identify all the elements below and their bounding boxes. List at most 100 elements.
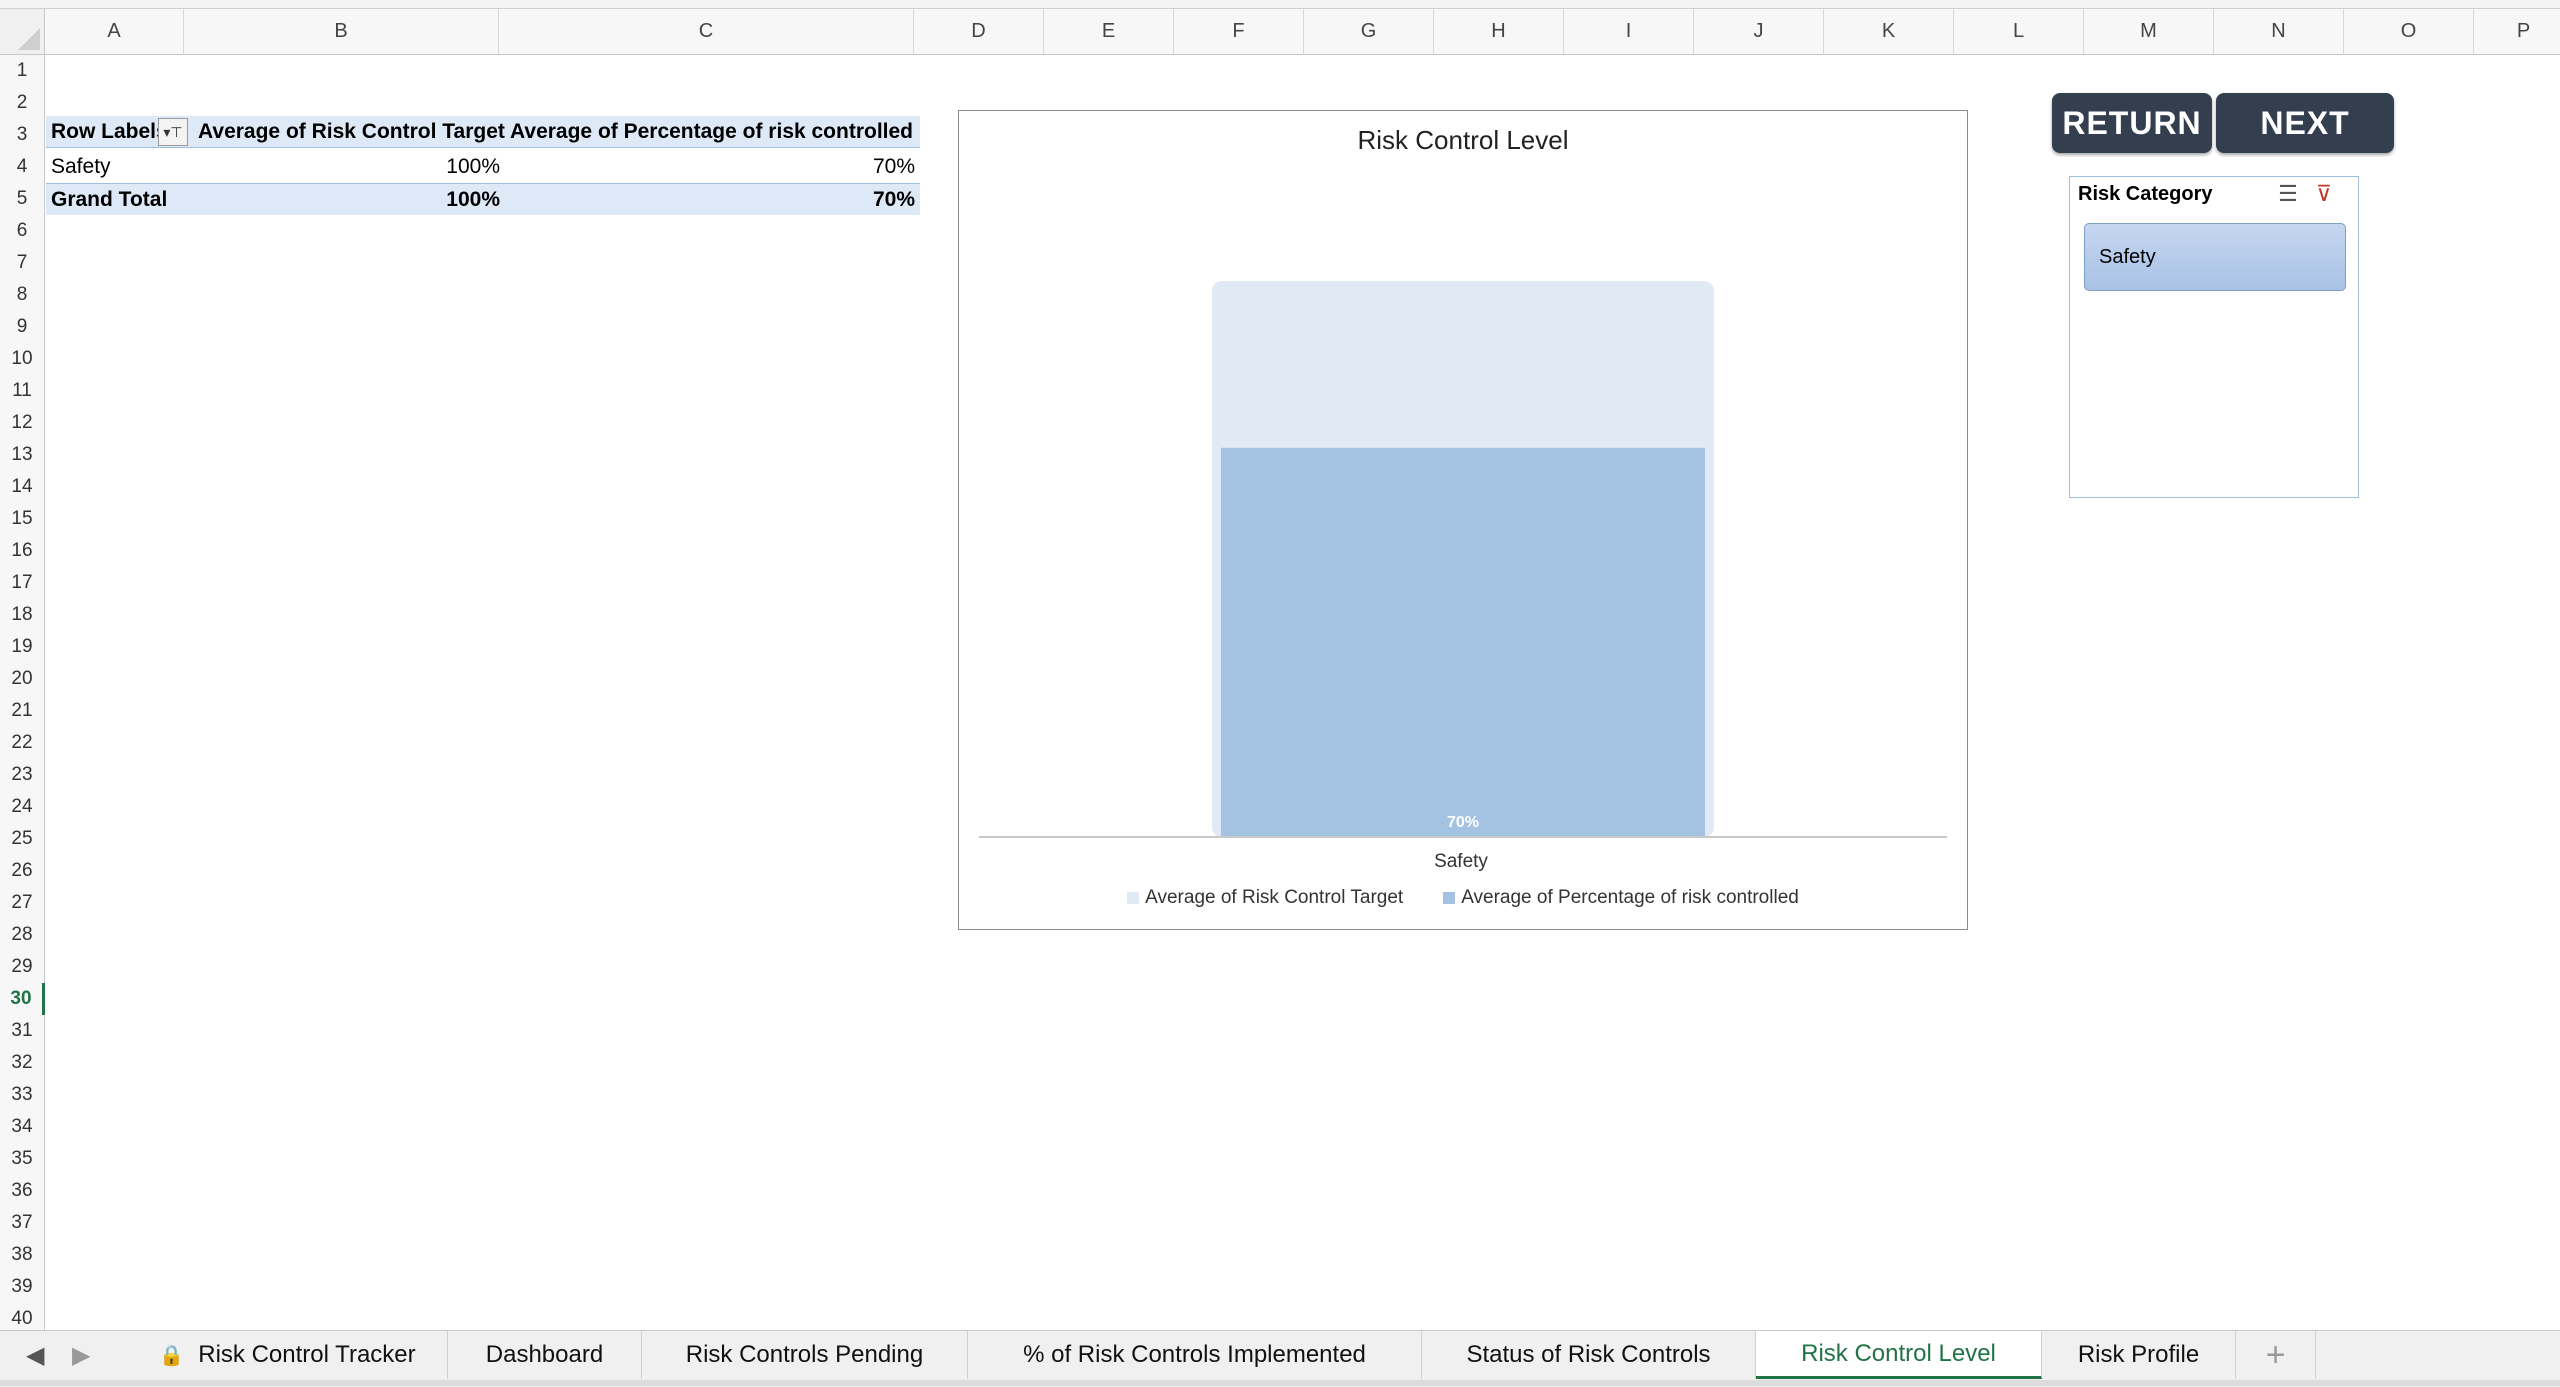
slicer-item-safety[interactable]: Safety	[2084, 223, 2346, 291]
tab-label: Risk Controls Pending	[685, 1341, 924, 1368]
column-header[interactable]: D	[914, 9, 1044, 55]
tab-risk-controls-pending[interactable]: Risk Controls Pending	[642, 1331, 968, 1379]
clear-filter-icon[interactable]: ⊽	[2316, 181, 2332, 207]
pivot-total-label[interactable]: Grand Total	[46, 183, 193, 215]
column-header[interactable]: E	[1044, 9, 1174, 55]
risk-control-level-chart[interactable]: Risk Control Level 70% Safety Average of …	[958, 110, 1968, 930]
column-header[interactable]: G	[1304, 9, 1434, 55]
row-header[interactable]: 8	[0, 279, 45, 311]
spreadsheet-grid[interactable]: ABCDEFGHIJKLMNOP 1 2 3 4 5 6 7 8 9 10 11 12 13 14 15 16…	[0, 0, 2560, 1335]
column-header[interactable]: N	[2214, 9, 2344, 55]
row-header[interactable]: 17	[0, 567, 45, 599]
tab-percent-risk-controls-implemented[interactable]: % of Risk Controls Implemented	[968, 1331, 1422, 1379]
row-header[interactable]: 10	[0, 343, 45, 375]
column-header[interactable]: H	[1434, 9, 1564, 55]
column-header[interactable]: P	[2474, 9, 2560, 55]
pivot-total-controlled[interactable]: 70%	[505, 183, 920, 215]
risk-category-slicer[interactable]: Risk Category ☰ ⊽ Safety	[2069, 176, 2359, 498]
tab-status-of-risk-controls[interactable]: Status of Risk Controls	[1422, 1331, 1756, 1379]
row-header[interactable]: 14	[0, 471, 45, 503]
row-header[interactable]: 26	[0, 855, 45, 887]
row-header[interactable]: 18	[0, 599, 45, 631]
lock-icon: 🔒	[159, 1344, 185, 1367]
row-header[interactable]: 29	[0, 951, 45, 983]
tab-scroll-left-icon[interactable]: ◀	[26, 1341, 44, 1370]
row-header[interactable]: 22	[0, 727, 45, 759]
row-header[interactable]: 20	[0, 663, 45, 695]
row-header[interactable]: 34	[0, 1111, 45, 1143]
column-header[interactable]: J	[1694, 9, 1824, 55]
pivot-row-label[interactable]: Safety	[46, 152, 193, 182]
pivot-header-controlled[interactable]: Average of Percentage of risk controlled	[505, 116, 920, 148]
row-header[interactable]: 30	[0, 983, 45, 1015]
column-header[interactable]: L	[1954, 9, 2084, 55]
row-header[interactable]: 13	[0, 439, 45, 471]
row-header[interactable]: 5	[0, 183, 45, 215]
sheet-tab-bar: ◀ ▶ 🔒 Risk Control Tracker Dashboard Ris…	[0, 1330, 2560, 1387]
row-header[interactable]: 1	[0, 55, 45, 87]
row-header[interactable]: 32	[0, 1047, 45, 1079]
tab-label: Risk Control Tracker	[198, 1341, 416, 1368]
pivot-row-target[interactable]: 100%	[193, 152, 505, 182]
chart-plot-area: 70% Safety	[979, 281, 1947, 872]
status-bar-edge	[0, 1380, 2560, 1386]
row-header[interactable]: 11	[0, 375, 45, 407]
row-header[interactable]: 6	[0, 215, 45, 247]
pivot-total-target[interactable]: 100%	[193, 183, 505, 215]
tab-label: Dashboard	[485, 1341, 604, 1368]
column-header[interactable]: A	[45, 9, 184, 55]
row-header[interactable]: 15	[0, 503, 45, 535]
filter-dropdown-icon[interactable]: ▾⊤	[158, 118, 188, 146]
tab-scroll-right-icon[interactable]: ▶	[72, 1341, 90, 1370]
chart-legend: Average of Risk Control Target Average o…	[959, 887, 1967, 909]
row-header[interactable]: 3	[0, 119, 45, 151]
column-header[interactable]: M	[2084, 9, 2214, 55]
slicer-title: Risk Category	[2078, 183, 2213, 205]
column-header[interactable]: B	[184, 9, 499, 55]
row-header[interactable]: 12	[0, 407, 45, 439]
row-header[interactable]: 28	[0, 919, 45, 951]
row-header[interactable]: 7	[0, 247, 45, 279]
select-all-corner[interactable]	[0, 9, 45, 55]
column-header[interactable]: K	[1824, 9, 1954, 55]
column-header[interactable]: O	[2344, 9, 2474, 55]
pivot-header-target[interactable]: Average of Risk Control Target	[193, 116, 505, 148]
row-header[interactable]: 37	[0, 1207, 45, 1239]
multi-select-icon[interactable]: ☰	[2278, 181, 2298, 207]
column-header[interactable]: I	[1564, 9, 1694, 55]
row-header[interactable]: 24	[0, 791, 45, 823]
tab-risk-profile[interactable]: Risk Profile	[2042, 1331, 2236, 1379]
legend-item-target: Average of Risk Control Target	[1127, 887, 1403, 909]
bar-controlled-safety[interactable]	[1221, 447, 1705, 837]
row-header[interactable]: 39	[0, 1271, 45, 1303]
tab-label: Risk Control Level	[1801, 1339, 1996, 1367]
row-header[interactable]: 16	[0, 535, 45, 567]
next-button[interactable]: NEXT	[2216, 93, 2394, 153]
row-header[interactable]: 23	[0, 759, 45, 791]
row-header[interactable]: 31	[0, 1015, 45, 1047]
row-header[interactable]: 36	[0, 1175, 45, 1207]
formula-bar-edge	[0, 0, 2560, 9]
row-header[interactable]: 21	[0, 695, 45, 727]
row-header[interactable]: 19	[0, 631, 45, 663]
add-sheet-button[interactable]: +	[2236, 1331, 2316, 1379]
row-header[interactable]: 35	[0, 1143, 45, 1175]
row-header[interactable]: 4	[0, 151, 45, 183]
row-header[interactable]: 38	[0, 1239, 45, 1271]
tab-risk-control-level[interactable]: Risk Control Level	[1756, 1331, 2042, 1379]
row-header[interactable]: 2	[0, 87, 45, 119]
return-button[interactable]: RETURN	[2052, 93, 2212, 153]
row-header[interactable]: 9	[0, 311, 45, 343]
tab-label: % of Risk Controls Implemented	[1023, 1341, 1366, 1368]
row-header[interactable]: 33	[0, 1079, 45, 1111]
row-header[interactable]: 27	[0, 887, 45, 919]
tab-dashboard[interactable]: Dashboard	[448, 1331, 642, 1379]
row-header[interactable]: 25	[0, 823, 45, 855]
legend-label-target: Average of Risk Control Target	[1145, 887, 1404, 908]
tab-label: Status of Risk Controls	[1466, 1341, 1711, 1368]
column-header[interactable]: F	[1174, 9, 1304, 55]
column-header[interactable]: C	[499, 9, 914, 55]
legend-item-controlled: Average of Percentage of risk controlled	[1443, 887, 1799, 909]
pivot-row-controlled[interactable]: 70%	[505, 152, 920, 182]
tab-risk-control-tracker[interactable]: 🔒 Risk Control Tracker	[128, 1331, 448, 1379]
